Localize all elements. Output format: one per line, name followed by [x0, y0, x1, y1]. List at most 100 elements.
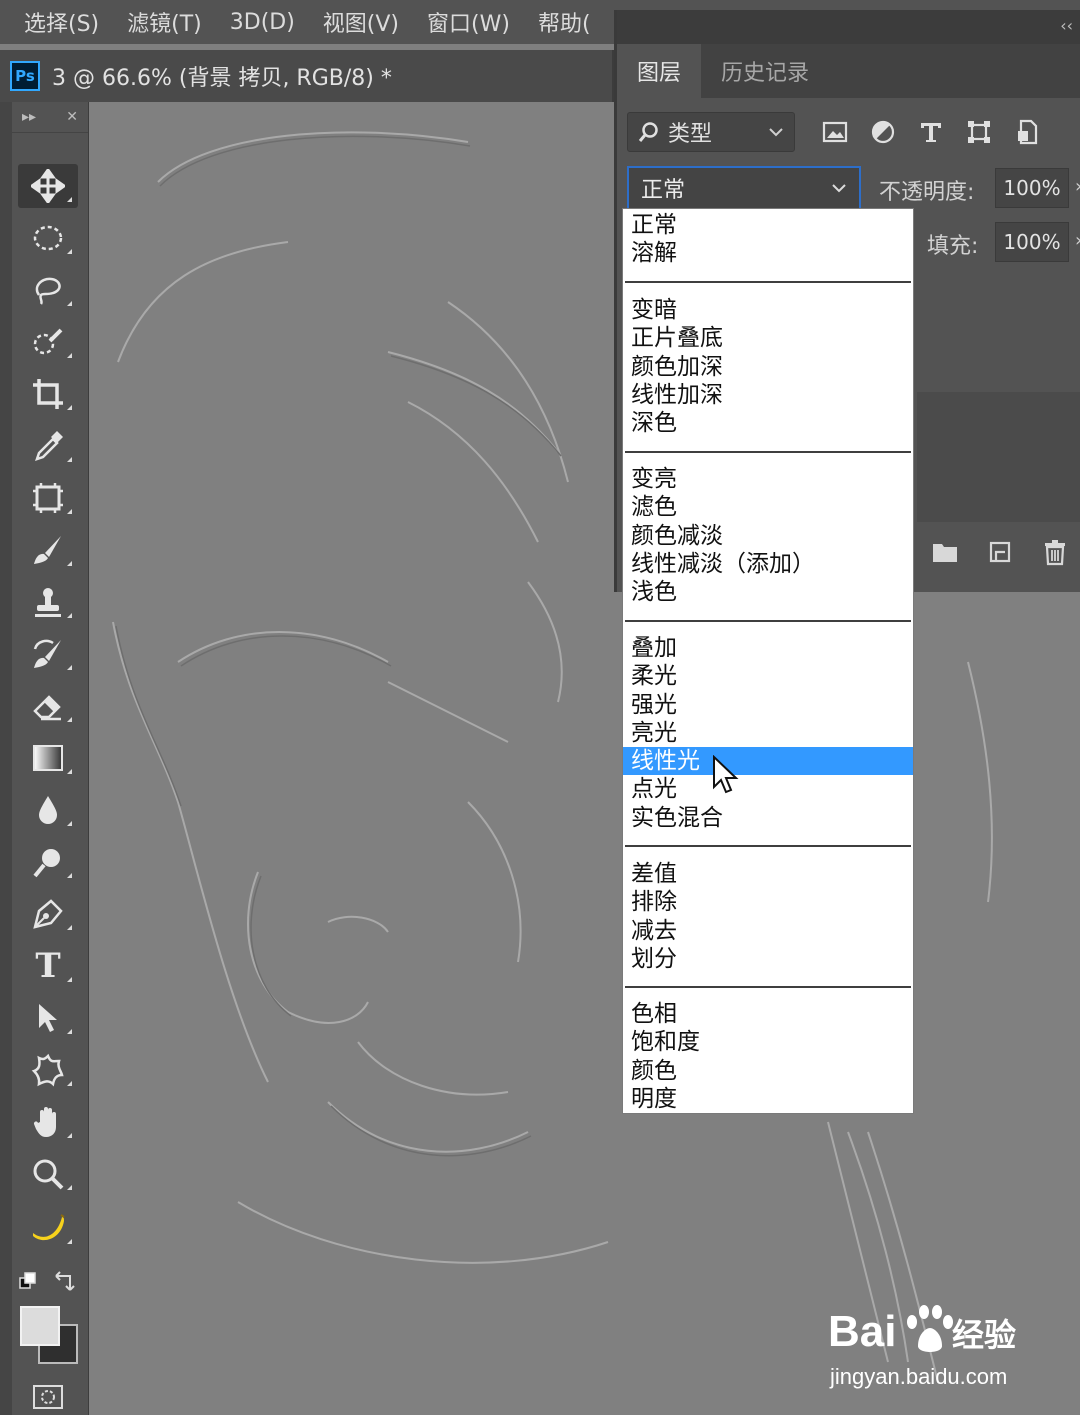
- left-gutter: [0, 102, 12, 1415]
- blend-option-hard-light[interactable]: 强光: [623, 691, 913, 719]
- elliptical-marquee-icon: [33, 225, 63, 251]
- marquee-tool[interactable]: [18, 216, 78, 260]
- blend-option-darker-color[interactable]: 深色: [623, 409, 913, 437]
- blend-option-divide[interactable]: 划分: [623, 945, 913, 973]
- blend-option-luminosity[interactable]: 明度: [623, 1085, 913, 1113]
- blend-option-multiply[interactable]: 正片叠底: [623, 324, 913, 352]
- blend-option-linear-burn[interactable]: 线性加深: [623, 381, 913, 409]
- blend-option-normal[interactable]: 正常: [623, 211, 913, 239]
- blend-group-darken: 变暗 正片叠底 颜色加深 线性加深 深色: [623, 296, 913, 437]
- layers-list-empty: [917, 392, 1080, 522]
- blur-drop-icon: [39, 796, 57, 824]
- dodge-tool[interactable]: [18, 840, 78, 884]
- swap-colors-row: [18, 1270, 78, 1296]
- gradient-tool[interactable]: [18, 736, 78, 780]
- opacity-chevron-icon[interactable]: ›: [1075, 176, 1080, 197]
- quick-mask-button[interactable]: [18, 1380, 78, 1414]
- blend-option-lighter-color[interactable]: 浅色: [623, 578, 913, 606]
- blend-option-hard-mix[interactable]: 实色混合: [623, 804, 913, 832]
- pen-icon: [33, 899, 63, 929]
- smart-object-filter-button[interactable]: [1005, 112, 1049, 152]
- new-layer-icon[interactable]: [986, 538, 1014, 566]
- opacity-label: 不透明度:: [879, 180, 975, 205]
- clone-stamp-tool[interactable]: [18, 580, 78, 624]
- blend-option-color-burn[interactable]: 颜色加深: [623, 353, 913, 381]
- blend-row: 正常 不透明度: 100% › 填充: 100% ›: [627, 166, 1080, 262]
- blend-option-pin-light[interactable]: 点光: [623, 775, 913, 803]
- menu-filter[interactable]: 滤镜(T): [113, 6, 216, 38]
- filter-type-label: 类型: [668, 122, 713, 147]
- type-filter-icon: [921, 123, 941, 142]
- blend-mode-select[interactable]: 正常: [627, 166, 861, 210]
- blend-option-overlay[interactable]: 叠加: [623, 634, 913, 662]
- hand-tool[interactable]: [18, 1100, 78, 1144]
- menu-help[interactable]: 帮助(: [524, 6, 605, 38]
- pen-tool[interactable]: [18, 892, 78, 936]
- blend-option-dissolve[interactable]: 溶解: [623, 239, 913, 267]
- expand-toolbar-icon[interactable]: ▸▸: [22, 109, 36, 125]
- blend-option-difference[interactable]: 差值: [623, 860, 913, 888]
- blend-option-subtract[interactable]: 减去: [623, 917, 913, 945]
- eyedropper-tool[interactable]: [18, 424, 78, 468]
- document-title: 3 @ 66.6% (背景 拷贝, RGB/8) *: [52, 66, 392, 91]
- blend-option-linear-light[interactable]: 线性光: [623, 747, 913, 776]
- menu-select[interactable]: 选择(S): [0, 6, 113, 38]
- blend-mode-dropdown: 正常 溶解 变暗 正片叠底 颜色加深 线性加深 深色 变亮 滤色 颜色减淡 线性…: [622, 208, 914, 1114]
- custom-shape-icon: [31, 1053, 64, 1087]
- path-selection-tool[interactable]: [18, 996, 78, 1040]
- type-tool[interactable]: T: [18, 944, 78, 988]
- new-group-icon[interactable]: [931, 538, 959, 566]
- blend-option-screen[interactable]: 滤色: [623, 493, 913, 521]
- brush-tool[interactable]: [18, 528, 78, 572]
- menu-window[interactable]: 窗口(W): [413, 6, 524, 38]
- blend-option-saturation[interactable]: 饱和度: [623, 1028, 913, 1056]
- opacity-field[interactable]: 100%: [995, 168, 1069, 208]
- document-tab[interactable]: Ps 3 @ 66.6% (背景 拷贝, RGB/8) *: [0, 50, 612, 102]
- layers-panel-footer: [917, 522, 1080, 582]
- pixel-filter-button[interactable]: [813, 112, 857, 152]
- trash-icon[interactable]: [1041, 538, 1069, 566]
- type-filter-button[interactable]: [909, 112, 953, 152]
- history-brush-tool[interactable]: [18, 632, 78, 676]
- blend-option-soft-light[interactable]: 柔光: [623, 662, 913, 690]
- lasso-tool[interactable]: [18, 268, 78, 312]
- menu-view[interactable]: 视图(V): [309, 6, 413, 38]
- default-swap-colors-icon[interactable]: [18, 1270, 78, 1296]
- blend-option-color[interactable]: 颜色: [623, 1057, 913, 1085]
- blur-tool[interactable]: [18, 788, 78, 832]
- shape-filter-button[interactable]: [957, 112, 1001, 152]
- custom-shape-tool[interactable]: [18, 1048, 78, 1092]
- tab-history[interactable]: 历史记录: [701, 44, 829, 98]
- blend-option-hue[interactable]: 色相: [623, 1000, 913, 1028]
- image-filter-icon: [822, 121, 848, 143]
- blend-option-darken[interactable]: 变暗: [623, 296, 913, 324]
- blend-option-color-dodge[interactable]: 颜色减淡: [623, 522, 913, 550]
- close-toolbar-icon[interactable]: ✕: [66, 109, 78, 125]
- tab-layers[interactable]: 图层: [617, 44, 702, 98]
- collapse-panels-icon[interactable]: ‹‹: [1060, 16, 1073, 35]
- fill-field[interactable]: 100%: [995, 222, 1069, 262]
- blend-option-lighten[interactable]: 变亮: [623, 465, 913, 493]
- blend-option-vivid-light[interactable]: 亮光: [623, 719, 913, 747]
- fill-chevron-icon[interactable]: ›: [1075, 230, 1080, 251]
- blend-group-normal: 正常 溶解: [623, 211, 913, 268]
- zoom-tool[interactable]: [18, 1152, 78, 1196]
- color-swatches[interactable]: [18, 1302, 78, 1364]
- blend-separator: [625, 986, 911, 988]
- blend-group-hue: 色相 饱和度 颜色 明度: [623, 1000, 913, 1113]
- blend-option-exclusion[interactable]: 排除: [623, 888, 913, 916]
- baidu-jingyan-watermark: Bai 经验 jingyan.baidu.com: [826, 1296, 1036, 1396]
- frame-tool[interactable]: [18, 476, 78, 520]
- crop-tool[interactable]: [18, 372, 78, 416]
- foreground-color-swatch[interactable]: [20, 1306, 60, 1346]
- eraser-tool[interactable]: [18, 684, 78, 728]
- adjustment-filter-button[interactable]: [861, 112, 905, 152]
- quick-selection-tool[interactable]: [18, 320, 78, 364]
- blend-separator: [625, 620, 911, 622]
- banana-tool[interactable]: [18, 1206, 78, 1250]
- layer-filter-select[interactable]: 类型: [627, 112, 795, 152]
- menu-3d[interactable]: 3D(D): [216, 10, 309, 35]
- blend-option-linear-dodge[interactable]: 线性减淡（添加）: [623, 550, 913, 578]
- move-tool[interactable]: [18, 164, 78, 208]
- toolbar-header: ▸▸ ✕: [12, 102, 88, 133]
